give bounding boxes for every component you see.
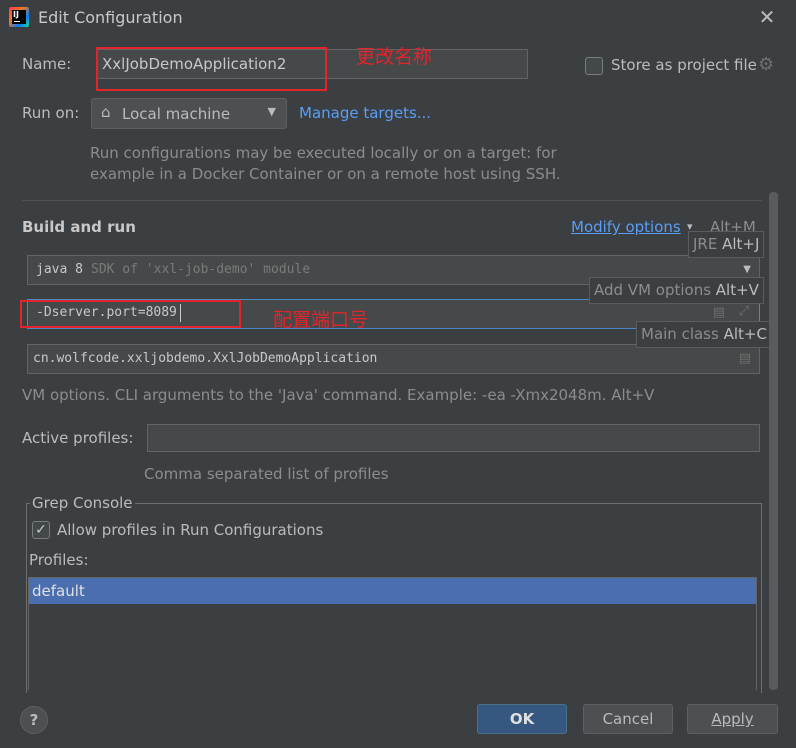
- window-title: Edit Configuration: [38, 8, 183, 27]
- annotation-box-name: [96, 47, 327, 91]
- run-on-hint-2: example in a Docker Container or on a re…: [90, 165, 561, 183]
- chevron-down-icon-jdk: ▼: [743, 264, 751, 275]
- list-item[interactable]: default: [29, 578, 756, 604]
- vm-options-hint: VM options. CLI arguments to the 'Java' …: [22, 386, 655, 404]
- chevron-down-icon: ▼: [267, 105, 276, 118]
- add-vm-popup-text: Add VM options: [594, 281, 716, 299]
- expand-text-icon[interactable]: ▤: [713, 305, 725, 320]
- maximize-icon[interactable]: ⤢: [739, 304, 749, 319]
- run-on-value: Local machine: [122, 105, 231, 123]
- annotation-box-port: [20, 300, 241, 328]
- store-label[interactable]: Store as project file: [611, 56, 757, 74]
- main-class-popup-key: Alt+C: [723, 325, 767, 343]
- main-class-popup[interactable]: Main class Alt+C: [636, 321, 772, 348]
- grep-console-legend: Grep Console: [30, 494, 135, 512]
- intellij-icon: IJ: [9, 7, 29, 27]
- help-button[interactable]: ?: [20, 706, 48, 734]
- list-item-label: default: [32, 582, 85, 600]
- build-run-heading: Build and run: [22, 218, 136, 236]
- store-checkbox[interactable]: [585, 57, 603, 75]
- run-on-label: Run on:: [22, 104, 80, 122]
- run-on-hint-1: Run configurations may be executed local…: [90, 144, 557, 162]
- jre-popup[interactable]: JRE Alt+J: [688, 231, 765, 258]
- annotation-rename: 更改名称: [356, 46, 433, 68]
- manage-targets-link[interactable]: Manage targets...: [299, 104, 431, 122]
- gear-icon[interactable]: ⚙: [758, 54, 774, 75]
- scrollbar[interactable]: [769, 192, 778, 690]
- active-profiles-input[interactable]: [147, 424, 760, 452]
- allow-profiles-checkbox[interactable]: ✓: [32, 521, 50, 539]
- add-vm-popup[interactable]: Add VM options Alt+V: [589, 277, 764, 304]
- apply-button[interactable]: Apply: [687, 704, 778, 734]
- ok-button[interactable]: OK: [477, 704, 567, 734]
- run-on-select[interactable]: ⌂ Local machine ▼: [91, 98, 287, 129]
- active-profiles-label: Active profiles:: [22, 429, 134, 447]
- main-class-popup-text: Main class: [641, 325, 724, 343]
- active-profiles-hint: Comma separated list of profiles: [144, 465, 389, 483]
- allow-profiles-label[interactable]: Allow profiles in Run Configurations: [57, 521, 323, 539]
- add-vm-popup-key: Alt+V: [715, 281, 759, 299]
- main-class-input[interactable]: cn.wolfcode.xxljobdemo.XxlJobDemoApplica…: [27, 344, 760, 374]
- section-divider: [22, 200, 762, 201]
- jdk-hint: SDK of 'xxl-job-demo' module: [91, 262, 311, 277]
- jre-popup-text: JRE: [693, 235, 723, 253]
- cancel-button[interactable]: Cancel: [583, 704, 673, 734]
- browse-icon[interactable]: ▤: [739, 351, 751, 366]
- home-icon: ⌂: [101, 103, 111, 121]
- profiles-list[interactable]: default: [28, 577, 757, 690]
- main-class-value: cn.wolfcode.xxljobdemo.XxlJobDemoApplica…: [33, 351, 378, 366]
- profiles-label: Profiles:: [29, 551, 89, 569]
- annotation-port: 配置端口号: [273, 309, 369, 331]
- modify-options-link[interactable]: Modify options: [571, 218, 681, 236]
- jdk-value: java 8: [36, 262, 83, 277]
- jre-popup-key: Alt+J: [722, 235, 760, 253]
- name-label: Name:: [22, 55, 72, 73]
- close-icon[interactable]: ✕: [756, 6, 778, 28]
